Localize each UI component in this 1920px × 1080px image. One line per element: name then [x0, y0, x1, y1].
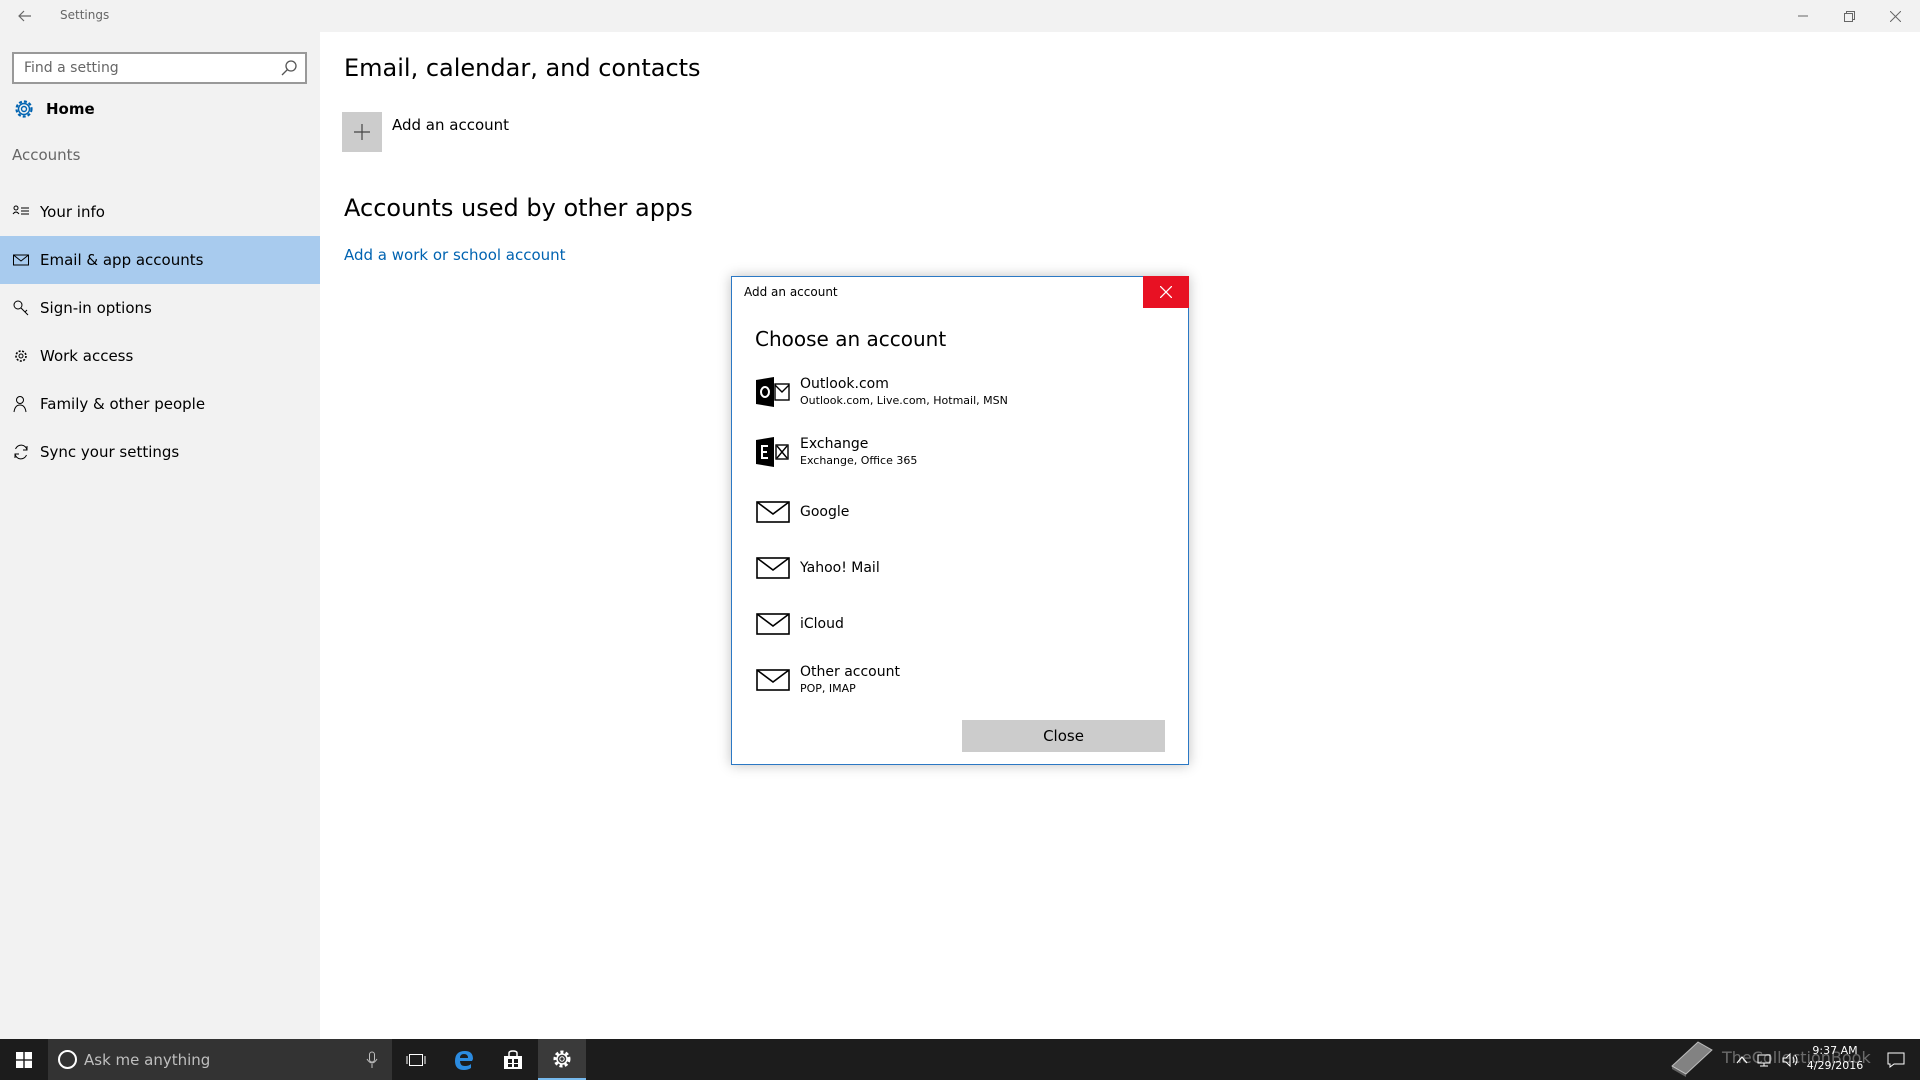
cortana-search-box[interactable]: Ask me anything [48, 1039, 392, 1080]
notification-icon [1887, 1052, 1905, 1068]
account-name: Exchange [800, 435, 869, 452]
account-subtitle: POP, IMAP [800, 682, 856, 695]
book-logo-icon [1671, 1041, 1713, 1077]
account-option-icloud[interactable]: iCloud [755, 608, 1167, 640]
sidebar-item-work-access[interactable]: Work access [0, 332, 320, 380]
add-work-school-link[interactable]: Add a work or school account [344, 246, 566, 264]
account-option-other[interactable]: Other account POP, IMAP [755, 660, 1167, 700]
section-heading-other-apps: Accounts used by other apps [344, 194, 693, 222]
minimize-button[interactable] [1780, 0, 1826, 32]
account-list: Outlook.com Outlook.com, Live.com, Hotma… [755, 369, 1167, 700]
account-subtitle: Exchange, Office 365 [800, 453, 918, 467]
sidebar-item-email-app-accounts[interactable]: Email & app accounts [0, 236, 320, 284]
briefcase-gear-icon [15, 350, 27, 362]
mail-icon [755, 664, 791, 696]
dialog-close-button[interactable] [1143, 276, 1189, 308]
cortana-icon [58, 1050, 77, 1069]
store-bag-icon [504, 1049, 522, 1069]
sidebar-item-your-info[interactable]: Your info [0, 188, 320, 236]
account-name: Yahoo! Mail [800, 559, 880, 576]
contact-card-icon [12, 205, 29, 215]
section-label: Accounts [12, 146, 81, 164]
account-option-google[interactable]: Google [755, 496, 1167, 528]
back-arrow-icon [18, 10, 31, 22]
title-bar: Settings [0, 0, 1920, 32]
outlook-icon [755, 376, 791, 408]
cortana-search-text: Ask me anything [84, 1050, 211, 1069]
account-option-exchange[interactable]: Exchange Exchange, Office 365 [755, 429, 1167, 474]
watermark-text: TheCollectionBook [1722, 1047, 1871, 1067]
dialog-heading: Choose an account [755, 327, 947, 351]
settings-taskbar-button[interactable] [538, 1039, 586, 1080]
action-center-button[interactable] [1872, 1039, 1920, 1080]
mail-icon [13, 254, 29, 266]
store-button[interactable] [489, 1039, 537, 1080]
sidebar-item-sync-your-settings[interactable]: Sync your settings [0, 428, 320, 476]
add-account-dialog: Add an account Choose an account Outlook… [731, 276, 1189, 765]
restore-icon [1843, 10, 1855, 22]
add-account-tile[interactable] [342, 112, 382, 152]
nav-list: Your info Email & app accounts Sign-in o… [0, 188, 320, 476]
mail-icon [755, 552, 791, 584]
close-button[interactable]: Close [962, 720, 1165, 752]
page-title: Email, calendar, and contacts [344, 54, 701, 82]
sync-icon [14, 444, 28, 460]
minimize-icon [1798, 15, 1808, 17]
edge-browser-icon [455, 1050, 473, 1070]
dialog-title: Add an account [744, 285, 838, 299]
mail-icon [755, 608, 791, 640]
account-option-outlook[interactable]: Outlook.com Outlook.com, Live.com, Hotma… [755, 369, 1167, 414]
account-name: Google [800, 503, 850, 520]
start-button[interactable] [0, 1039, 48, 1080]
taskbar: Ask me anything 9:37 AM 4/29/2016 [0, 1039, 1920, 1080]
restore-button[interactable] [1826, 0, 1872, 32]
exchange-icon [755, 436, 791, 468]
account-name: Other account [800, 664, 900, 680]
sidebar-item-label: Sync your settings [40, 443, 180, 461]
sidebar-item-label: Your info [40, 203, 105, 221]
close-icon [1160, 286, 1172, 298]
task-view-icon [406, 1053, 426, 1066]
sidebar-item-label: Family & other people [40, 395, 206, 413]
account-name: iCloud [800, 615, 844, 632]
account-option-yahoo[interactable]: Yahoo! Mail [755, 552, 1167, 584]
close-icon [1889, 10, 1901, 22]
account-name: Outlook.com [800, 375, 889, 392]
close-window-button[interactable] [1872, 0, 1918, 32]
search-input[interactable] [14, 54, 269, 82]
mail-icon [755, 496, 791, 528]
add-account-button[interactable]: Add an account [342, 112, 509, 152]
edge-button[interactable] [440, 1039, 488, 1080]
sidebar-item-label: Sign-in options [40, 299, 152, 317]
windows-logo-icon [16, 1051, 32, 1068]
sidebar-item-label: Email & app accounts [40, 251, 204, 269]
sidebar: Home Accounts Your info Email & app acco… [0, 32, 320, 1039]
sidebar-item-sign-in-options[interactable]: Sign-in options [0, 284, 320, 332]
home-link[interactable]: Home [12, 94, 95, 124]
account-subtitle: Outlook.com, Live.com, Hotmail, MSN [800, 393, 1008, 407]
window-title: Settings [60, 8, 110, 22]
plus-icon [354, 124, 370, 140]
microphone-icon[interactable] [366, 1051, 378, 1069]
person-icon [13, 396, 27, 413]
gear-icon [553, 1050, 571, 1067]
home-label: Home [46, 100, 95, 118]
gear-icon [15, 100, 33, 118]
key-icon [13, 300, 29, 316]
search-icon[interactable] [279, 58, 299, 78]
task-view-button[interactable] [392, 1039, 440, 1080]
sidebar-item-family-other-people[interactable]: Family & other people [0, 380, 320, 428]
back-button[interactable] [10, 4, 40, 28]
watermark: TheCollectionBook [1668, 1036, 1871, 1078]
sidebar-item-label: Work access [40, 347, 134, 365]
search-box [12, 52, 307, 84]
add-account-label: Add an account [392, 116, 510, 134]
